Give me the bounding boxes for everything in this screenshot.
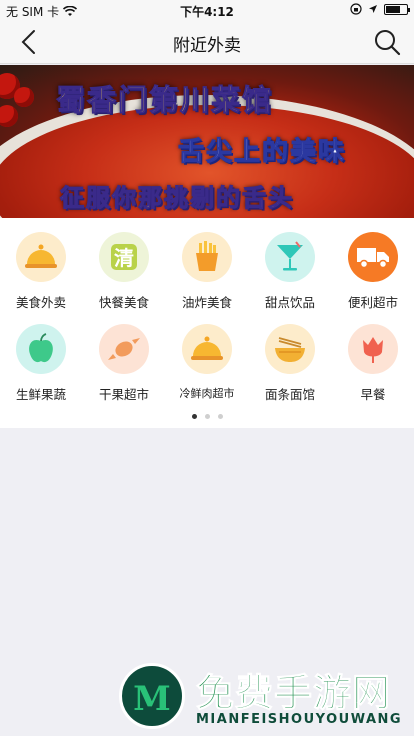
category-icon-bg (265, 232, 315, 282)
watermark-logo: M (119, 663, 185, 729)
category-fast-food[interactable]: 清 快餐美食 (83, 218, 165, 310)
category-label: 甜点饮品 (264, 295, 315, 310)
apple-icon (29, 333, 53, 363)
category-label: 面条面馆 (264, 387, 315, 402)
category-noodles[interactable]: 面条面馆 (249, 310, 331, 402)
category-label: 美食外卖 (15, 295, 66, 310)
watermark-subtitle: MIANFEISHOUYOUWANG (196, 712, 403, 727)
watermark-logo-letter: M (133, 679, 171, 719)
category-dried-fruit[interactable]: 干果超市 (83, 310, 165, 402)
category-convenience-store[interactable]: 便利超市 (332, 218, 414, 310)
cocktail-icon (277, 241, 303, 271)
noodle-bowl-icon (275, 337, 305, 362)
category-icon-bg (99, 324, 149, 374)
category-icon-bg (265, 324, 315, 374)
truck-icon (357, 248, 389, 269)
status-right (350, 3, 410, 15)
category-label: 冷鲜肉超市 (179, 387, 235, 400)
category-icon-bg (182, 232, 232, 282)
category-label: 快餐美食 (98, 295, 149, 310)
category-chilled-meat[interactable]: 冷鲜肉超市 (166, 310, 248, 400)
category-food-delivery[interactable]: 美食外卖 (0, 218, 82, 310)
battery-icon (384, 3, 410, 15)
watermark-title: 免费手游网 (195, 671, 392, 716)
page-dot[interactable] (191, 414, 197, 419)
candy-icon (108, 338, 140, 360)
category-label: 生鲜果蔬 (15, 387, 66, 402)
search-button[interactable] (372, 27, 402, 57)
location-arrow-icon (369, 5, 377, 13)
page-dot[interactable] (204, 414, 210, 419)
category-fresh-produce[interactable]: 生鲜果蔬 (0, 310, 82, 402)
category-breakfast[interactable]: 早餐 (332, 310, 414, 402)
category-label: 便利超市 (347, 295, 398, 310)
banner-tagline: 舌尖上的美味 (177, 137, 347, 168)
category-icon-bg (348, 324, 398, 374)
category-desserts-drinks[interactable]: 甜点饮品 (249, 218, 331, 310)
category-icon-bg (182, 324, 232, 374)
page-indicator[interactable] (0, 414, 414, 419)
page-dot[interactable] (217, 414, 223, 419)
banner-slogan: 征服你那挑剔的舌头 (60, 184, 294, 213)
svg-text:清: 清 (114, 246, 134, 270)
promo-banner[interactable]: 蜀香门第川菜馆 舌尖上的美味 征服你那挑剔的舌头 (0, 65, 414, 218)
chili-decoration (14, 87, 34, 107)
chili-decoration (0, 105, 18, 127)
banner-headline: 蜀香门第川菜馆 (55, 83, 274, 118)
fast-food-icon: 清 (111, 244, 137, 270)
fries-icon (196, 241, 218, 271)
tulip-icon (363, 337, 383, 363)
food-cloche-icon (25, 244, 57, 268)
category-icon-bg: 清 (99, 232, 149, 282)
site-watermark: M 免费手游网 MIANFEISHOUYOUWANG (116, 660, 414, 736)
status-bar: 无 SIM 卡 下午4:12 (0, 0, 414, 20)
category-fried-food[interactable]: 油炸美食 (166, 218, 248, 310)
category-grid: 美食外卖 清 快餐美食 油炸美食 甜点饮品 便利超市 生鲜果蔬 干果超市 冷鲜肉… (0, 218, 414, 428)
category-icon-bg (348, 232, 398, 282)
page-title: 附近外卖 (173, 36, 241, 56)
search-icon (375, 30, 401, 56)
battery-fill (386, 5, 400, 13)
meat-cloche-icon (191, 336, 223, 360)
category-label: 早餐 (360, 387, 386, 402)
orientation-lock-icon (350, 3, 362, 15)
category-label: 油炸美食 (181, 295, 232, 310)
nav-bar: 附近外卖 (0, 20, 414, 64)
category-icon-bg (16, 324, 66, 374)
category-label: 干果超市 (98, 387, 149, 402)
category-icon-bg (16, 232, 66, 282)
